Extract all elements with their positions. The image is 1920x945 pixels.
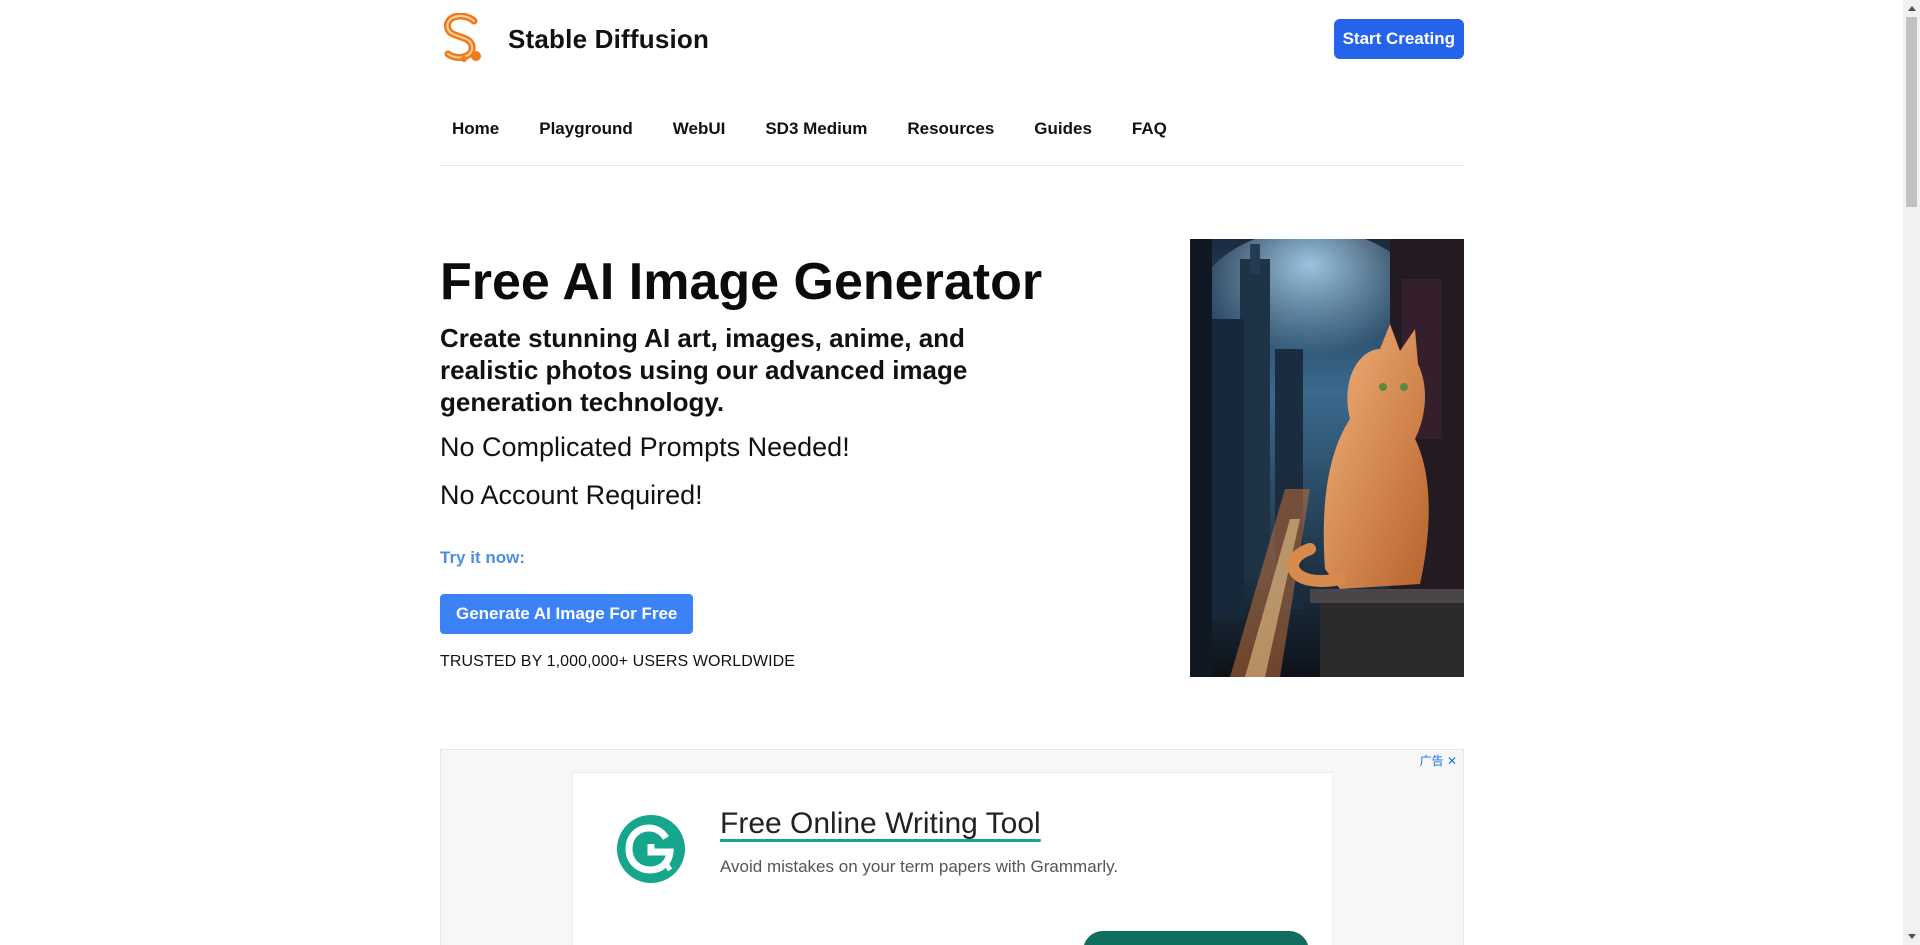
hero-subtitle: Create stunning AI art, images, anime, a…: [440, 323, 968, 417]
nav-item-guides[interactable]: Guides: [1022, 105, 1104, 139]
trusted-users-text: TRUSTED BY 1,000,000+ USERS WORLDWIDE: [440, 653, 796, 670]
hero-line-no-prompts: No Complicated Prompts Needed!: [440, 432, 850, 462]
nav-item-home[interactable]: Home: [440, 105, 511, 139]
nav-item-sd3-medium[interactable]: SD3 Medium: [753, 105, 879, 139]
start-creating-button[interactable]: Start Creating: [1333, 19, 1464, 59]
hero-cat-image: [1190, 239, 1464, 677]
ad-close-marker[interactable]: 广告 ✕: [1420, 752, 1457, 769]
nav-item-resources[interactable]: Resources: [895, 105, 1006, 139]
scrollbar-thumb[interactable]: [1906, 17, 1917, 207]
ad-card[interactable]: Free Online Writing Tool Avoid mistakes …: [572, 772, 1333, 945]
ad-description: Avoid mistakes on your term papers with …: [720, 857, 1119, 876]
page-scrollbar[interactable]: [1903, 0, 1920, 945]
hero-title: Free AI Image Generator: [440, 253, 1043, 311]
advertisement: 广告 ✕ Free Online Writing Tool Avoid mist…: [440, 749, 1464, 945]
try-it-now-label: Try it now:: [440, 548, 525, 567]
main-nav: Home Playground WebUI SD3 Medium Resourc…: [440, 105, 1464, 166]
scroll-up-icon[interactable]: [1903, 0, 1920, 17]
generate-image-button[interactable]: Generate AI Image For Free: [440, 594, 694, 634]
ad-cta-button[interactable]: [1083, 931, 1309, 945]
grammarly-g-icon[interactable]: [616, 814, 686, 884]
site-header: Stable Diffusion Start Creating: [440, 0, 1464, 80]
scroll-down-icon[interactable]: [1903, 928, 1920, 945]
nav-item-playground[interactable]: Playground: [527, 105, 645, 139]
hero-line-no-account: No Account Required!: [440, 480, 703, 510]
nav-item-webui[interactable]: WebUI: [661, 105, 738, 139]
ad-title[interactable]: Free Online Writing Tool: [720, 807, 1041, 841]
brand-name[interactable]: Stable Diffusion: [508, 24, 709, 55]
stable-diffusion-logo-icon[interactable]: [440, 13, 484, 65]
nav-item-faq[interactable]: FAQ: [1120, 105, 1179, 139]
